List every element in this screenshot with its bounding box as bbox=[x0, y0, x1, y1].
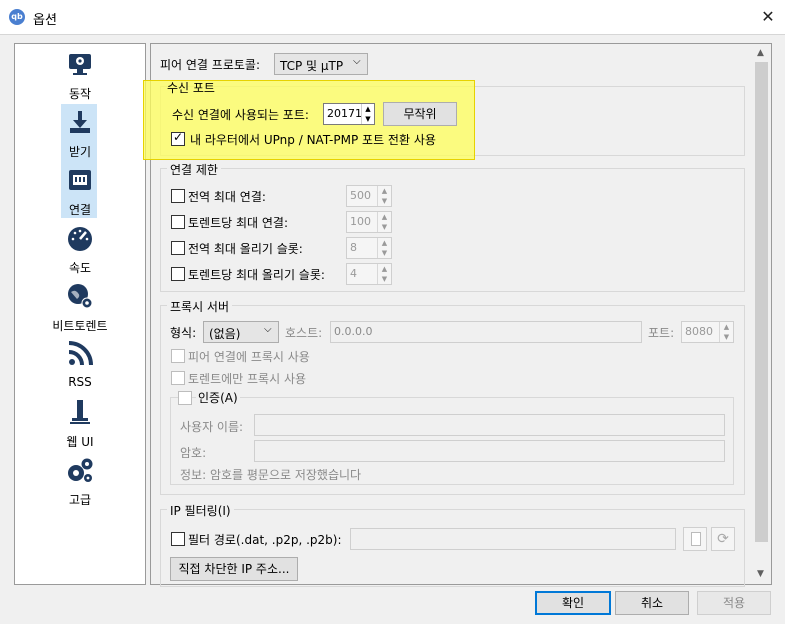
title-bar: qb 옵션 ✕ bbox=[0, 0, 785, 35]
scroll-down-icon[interactable]: ▼ bbox=[757, 569, 764, 579]
password-label: 암호: bbox=[180, 446, 207, 460]
nav-label: RSS bbox=[68, 375, 92, 389]
reload-icon[interactable]: ⟳ bbox=[711, 527, 735, 551]
nav-item-advanced[interactable]: 고급 bbox=[15, 456, 145, 508]
connection-limits-title: 연결 제한 bbox=[167, 161, 221, 178]
protocol-value: TCP 및 µTP bbox=[280, 59, 344, 73]
limit-spinbox[interactable]: 4 ▲ ▼ bbox=[346, 263, 392, 285]
upnp-label: 내 라우터에서 UPnp / NAT-PMP 포트 전환 사용 bbox=[190, 133, 436, 147]
spinner-arrows-icon[interactable]: ▲ ▼ bbox=[719, 322, 733, 342]
port-value: 20171 bbox=[327, 107, 362, 120]
username-label: 사용자 이름: bbox=[180, 420, 244, 434]
monitor-gear-icon bbox=[69, 54, 91, 75]
torrent-max-connections-checkbox[interactable] bbox=[171, 215, 185, 229]
globe-gear-icon bbox=[68, 284, 93, 309]
nav-item-webui[interactable]: 웹 UI bbox=[15, 398, 145, 450]
chevron-down-icon: ⌵ bbox=[264, 324, 272, 335]
gears-icon bbox=[68, 458, 93, 482]
network-icon bbox=[69, 170, 91, 190]
spinner-arrows-icon[interactable]: ▲ ▼ bbox=[377, 186, 391, 206]
nav-label: 웹 UI bbox=[66, 435, 94, 449]
limit-label: 토렌트당 최대 올리기 슬롯: bbox=[188, 268, 325, 282]
limit-spinbox[interactable]: 500 ▲ ▼ bbox=[346, 185, 392, 207]
scrollbar-thumb[interactable] bbox=[755, 62, 768, 542]
spinner-arrows-icon[interactable]: ▲ ▼ bbox=[377, 212, 391, 232]
proxy-info-text: 정보: 암호를 평문으로 저장했습니다 bbox=[180, 468, 362, 482]
port-spinbox[interactable]: 20171 ▲ ▼ bbox=[323, 103, 375, 125]
limit-value: 500 bbox=[350, 189, 371, 202]
nav-label: 비트토렌트 bbox=[52, 319, 108, 333]
limit-label: 전역 최대 올리기 슬롯: bbox=[188, 242, 303, 256]
apply-button[interactable]: 적용 bbox=[697, 591, 771, 615]
protocol-label: 피어 연결 프로토콜: bbox=[160, 58, 260, 72]
filter-path-input[interactable] bbox=[350, 528, 676, 550]
proxy-type-value: (없음) bbox=[209, 327, 241, 341]
nav-item-downloads[interactable]: 받기 bbox=[15, 108, 145, 160]
nav-label: 고급 bbox=[68, 493, 92, 507]
auth-title: 인증(A) bbox=[196, 389, 240, 406]
limit-spinbox[interactable]: 8 ▲ ▼ bbox=[346, 237, 392, 259]
auth-checkbox[interactable] bbox=[178, 391, 192, 405]
cancel-button[interactable]: 취소 bbox=[615, 591, 689, 615]
password-input[interactable] bbox=[254, 440, 725, 462]
ok-button[interactable]: 확인 bbox=[535, 591, 611, 615]
limit-spinbox[interactable]: 100 ▲ ▼ bbox=[346, 211, 392, 233]
torrent-only-proxy-checkbox[interactable] bbox=[171, 371, 185, 385]
speedometer-icon bbox=[68, 227, 92, 251]
limit-label: 토렌트당 최대 연결: bbox=[188, 216, 288, 230]
app-icon: qb bbox=[9, 9, 25, 25]
nav-item-behavior[interactable]: 동작 bbox=[15, 50, 145, 102]
proxy-port-spinbox[interactable]: 8080 ▲ ▼ bbox=[681, 321, 734, 343]
nav-label: 연결 bbox=[68, 203, 92, 217]
peer-proxy-checkbox[interactable] bbox=[171, 349, 185, 363]
limit-value: 100 bbox=[350, 215, 371, 228]
web-ui-icon bbox=[70, 400, 90, 424]
download-icon bbox=[70, 111, 90, 133]
proxy-type-label: 형식: bbox=[170, 326, 197, 340]
protocol-select[interactable]: TCP 및 µTP ⌵ bbox=[274, 53, 368, 75]
limit-label: 전역 최대 연결: bbox=[188, 190, 266, 204]
torrent-upload-slots-checkbox[interactable] bbox=[171, 267, 185, 281]
torrent-only-proxy-label: 토렌트에만 프록시 사용 bbox=[188, 372, 307, 386]
peer-proxy-label: 피어 연결에 프록시 사용 bbox=[188, 350, 310, 364]
proxy-port-label: 포트: bbox=[648, 326, 675, 340]
global-max-connections-checkbox[interactable] bbox=[171, 189, 185, 203]
options-nav: 동작 받기 연결 속도 비트토렌트 RSS 웹 UI 고급 bbox=[14, 43, 146, 585]
nav-label: 속도 bbox=[68, 261, 92, 275]
filter-path-label: 필터 경로(.dat, .p2p, .p2b): bbox=[188, 533, 342, 547]
nav-item-speed[interactable]: 속도 bbox=[15, 224, 145, 276]
ip-filter-checkbox[interactable] bbox=[171, 532, 185, 546]
username-input[interactable] bbox=[254, 414, 725, 436]
limit-value: 8 bbox=[350, 241, 357, 254]
proxy-type-select[interactable]: (없음) ⌵ bbox=[203, 321, 279, 343]
window-title: 옵션 bbox=[33, 13, 57, 28]
limit-value: 4 bbox=[350, 267, 357, 280]
nav-item-connection[interactable]: 연결 bbox=[15, 166, 145, 218]
proxy-title: 프록시 서버 bbox=[167, 298, 233, 315]
proxy-port-value: 8080 bbox=[685, 325, 713, 338]
rss-icon bbox=[68, 341, 93, 366]
global-upload-slots-checkbox[interactable] bbox=[171, 241, 185, 255]
nav-label: 동작 bbox=[68, 87, 92, 101]
nav-label: 받기 bbox=[68, 145, 92, 159]
banned-ips-button[interactable]: 직접 차단한 IP 주소... bbox=[170, 557, 298, 581]
browse-file-icon[interactable] bbox=[683, 527, 707, 551]
upnp-checkbox[interactable] bbox=[171, 130, 185, 146]
proxy-host-value: 0.0.0.0 bbox=[334, 325, 373, 338]
ip-filter-title: IP 필터링(I) bbox=[167, 502, 234, 519]
proxy-host-input[interactable]: 0.0.0.0 bbox=[330, 321, 642, 343]
close-icon[interactable]: ✕ bbox=[751, 0, 785, 34]
spinner-arrows-icon[interactable]: ▲ ▼ bbox=[377, 238, 391, 258]
nav-item-bittorrent[interactable]: 비트토렌트 bbox=[15, 282, 145, 334]
nav-item-rss[interactable]: RSS bbox=[15, 340, 145, 389]
proxy-host-label: 호스트: bbox=[285, 326, 323, 340]
spinner-arrows-icon[interactable]: ▲ ▼ bbox=[377, 264, 391, 284]
listen-port-title: 수신 포트 bbox=[167, 81, 215, 95]
random-port-button[interactable]: 무작위 bbox=[383, 102, 457, 126]
scroll-up-icon[interactable]: ▲ bbox=[757, 48, 764, 58]
port-label: 수신 연결에 사용되는 포트: bbox=[172, 108, 309, 122]
spinner-arrows-icon[interactable]: ▲ ▼ bbox=[361, 104, 374, 124]
chevron-down-icon: ⌵ bbox=[353, 56, 361, 67]
